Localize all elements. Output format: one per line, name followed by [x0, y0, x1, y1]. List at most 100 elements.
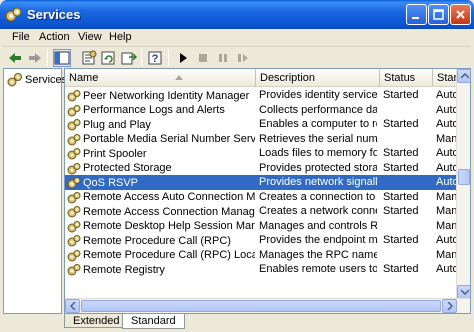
chevron-up-icon — [460, 73, 469, 79]
view-tabs: Extended Standard — [64, 314, 471, 329]
service-name: Remote Procedure Call (RPC) Locator — [83, 249, 255, 261]
service-name: Protected Storage — [83, 162, 172, 174]
table-row[interactable]: Print Spooler Loads files to memory fo...… — [65, 146, 466, 161]
window-title: Services — [27, 7, 81, 22]
list-rows: Peer Networking Identity Manager Provides… — [65, 88, 466, 277]
forward-arrow-icon — [29, 53, 41, 63]
tab-extended[interactable]: Extended — [64, 314, 129, 328]
back-button[interactable] — [6, 49, 24, 67]
service-gear-icon — [67, 133, 81, 145]
properties-button[interactable] — [80, 49, 98, 67]
service-gear-icon — [67, 264, 81, 276]
service-description: Retrieves the serial num... — [259, 132, 377, 145]
services-gear-icon — [7, 73, 22, 87]
table-row[interactable]: Remote Registry Enables remote users to .… — [65, 262, 466, 277]
service-description: Provides the endpoint m... — [259, 234, 377, 246]
service-status: Started — [383, 147, 419, 159]
service-name-cell: Performance Logs and Alerts — [67, 104, 255, 117]
service-status: Started — [383, 161, 419, 174]
chevron-down-icon — [460, 289, 469, 295]
tree-item-services[interactable]: Services — [7, 72, 67, 88]
column-header-name[interactable]: Name — [65, 69, 256, 87]
service-gear-icon — [67, 177, 81, 189]
column-header-description[interactable]: Description — [256, 69, 380, 87]
refresh-button[interactable] — [100, 49, 118, 67]
table-row[interactable]: Plug and Play Enables a computer to re...… — [65, 117, 466, 132]
menu-help[interactable]: Help — [109, 31, 132, 43]
service-status: Started — [383, 234, 419, 246]
export-list-icon — [121, 52, 137, 65]
table-row[interactable]: Remote Procedure Call (RPC) Locator Manag… — [65, 248, 464, 263]
scroll-left-button[interactable] — [65, 299, 80, 313]
refresh-icon — [101, 51, 115, 65]
column-header-status[interactable]: Status — [380, 69, 433, 87]
start-service-button[interactable] — [174, 49, 192, 67]
restart-icon — [238, 54, 248, 62]
service-name-cell: Remote Procedure Call (RPC) Locator — [67, 249, 255, 262]
table-row[interactable]: Portable Media Serial Number Service Retr… — [65, 132, 464, 147]
menu-action[interactable]: Action — [39, 31, 70, 43]
table-row[interactable]: Remote Access Connection Manager Creates … — [65, 204, 464, 219]
tree-item-label: Services — [25, 74, 68, 86]
close-button[interactable] — [450, 4, 471, 25]
service-gear-icon — [67, 162, 81, 174]
toolbar: ? — [3, 48, 471, 68]
tab-standard[interactable]: Standard — [122, 314, 185, 329]
service-name-cell: Portable Media Serial Number Service — [67, 133, 255, 146]
pause-icon — [219, 54, 227, 62]
horizontal-scroll-thumb[interactable] — [81, 300, 441, 312]
service-status: Started — [383, 118, 419, 130]
title-bar[interactable]: Services — [0, 0, 474, 29]
service-name: Portable Media Serial Number Service — [83, 133, 255, 145]
table-row[interactable]: Protected Storage Provides protected stor… — [65, 161, 466, 176]
maximize-button[interactable] — [428, 4, 449, 25]
service-gear-icon — [67, 119, 81, 131]
service-name: Remote Access Connection Manager — [83, 205, 255, 218]
maximize-icon — [433, 9, 444, 20]
table-row[interactable]: Performance Logs and Alerts Collects perf… — [65, 103, 466, 118]
table-row[interactable]: QoS RSVP Provides network signall... Autom — [65, 175, 466, 190]
service-description: Provides identity service... — [259, 89, 377, 101]
scroll-right-button[interactable] — [442, 299, 457, 313]
menu-view[interactable]: View — [78, 31, 102, 43]
main-area: Services Name Description Status Startu … — [3, 68, 471, 329]
services-gear-icon — [5, 7, 22, 22]
table-row[interactable]: Remote Desktop Help Session Manager Manag… — [65, 219, 464, 234]
scroll-up-button[interactable] — [457, 69, 470, 83]
toolbar-separator — [141, 50, 142, 66]
service-gear-icon — [67, 90, 81, 102]
horizontal-scrollbar[interactable] — [65, 298, 470, 313]
service-name: Performance Logs and Alerts — [83, 104, 225, 116]
show-hide-tree-button[interactable] — [53, 49, 71, 67]
service-description: Provides network signall... — [259, 176, 377, 188]
service-gear-icon — [67, 104, 81, 116]
minimize-button[interactable] — [406, 4, 427, 25]
chevron-left-icon — [69, 302, 76, 310]
pause-service-button[interactable] — [214, 49, 232, 67]
table-row[interactable]: Remote Access Auto Connection Manager Cre… — [65, 190, 464, 205]
service-status: Started — [383, 89, 419, 101]
service-name-cell: Remote Registry — [67, 263, 255, 276]
service-name-cell: Peer Networking Identity Manager — [67, 89, 255, 102]
help-button[interactable]: ? — [147, 49, 165, 67]
vertical-scroll-thumb[interactable] — [458, 169, 470, 185]
stop-service-button[interactable] — [194, 49, 212, 67]
table-row[interactable]: Remote Procedure Call (RPC) Provides the … — [65, 233, 466, 248]
service-gear-icon — [67, 206, 81, 218]
play-icon — [180, 53, 187, 63]
table-row[interactable]: Peer Networking Identity Manager Provides… — [65, 88, 466, 103]
service-gear-icon — [67, 235, 81, 247]
service-gear-icon — [67, 220, 81, 232]
vertical-scrollbar[interactable] — [456, 69, 470, 299]
service-name: Plug and Play — [83, 118, 151, 131]
service-description: Manages and controls R... — [259, 219, 377, 232]
forward-button[interactable] — [26, 49, 44, 67]
scroll-down-button[interactable] — [457, 285, 470, 299]
service-name: Remote Registry — [83, 263, 165, 276]
restart-service-button[interactable] — [234, 49, 252, 67]
service-status: Started — [383, 263, 419, 275]
service-name-cell: Remote Access Connection Manager — [67, 205, 255, 218]
menu-file[interactable]: File — [12, 31, 30, 43]
export-list-button[interactable] — [120, 49, 138, 67]
service-name: Remote Desktop Help Session Manager — [83, 220, 255, 232]
